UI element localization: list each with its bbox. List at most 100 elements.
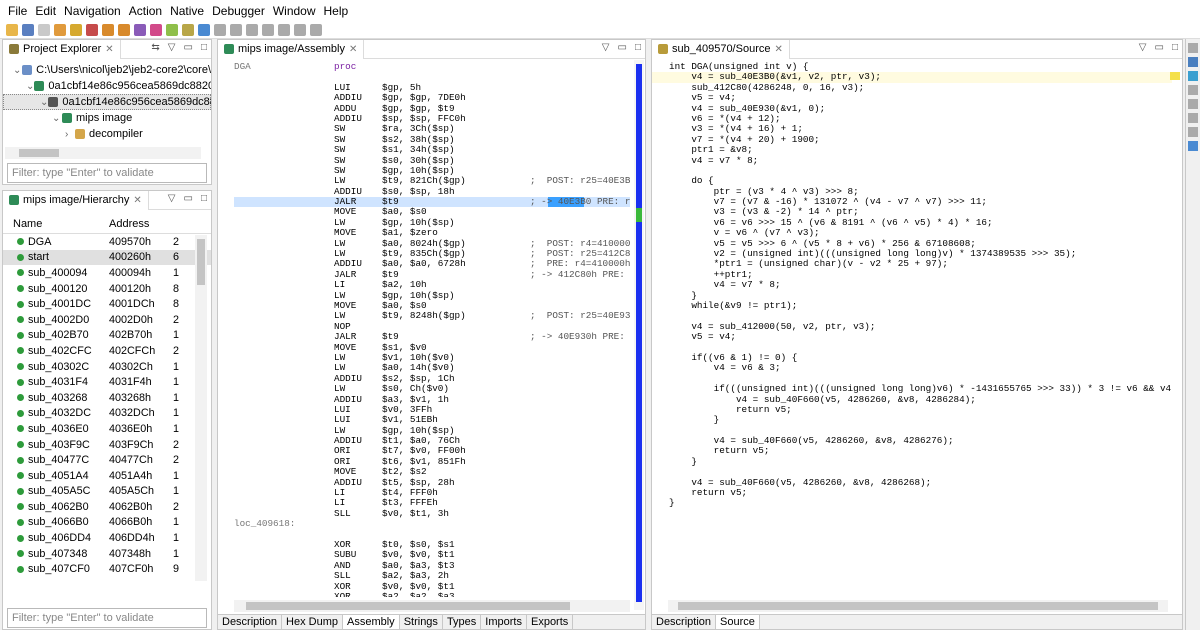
menu-item-edit[interactable]: Edit xyxy=(31,4,60,18)
run-icon[interactable] xyxy=(214,23,226,36)
open-icon[interactable] xyxy=(6,23,18,36)
tab-imports[interactable]: Imports xyxy=(481,615,527,629)
asm-line[interactable]: LW$t9, 8248h($gp); POST: r25=40E930h xyxy=(234,310,630,321)
asm-line[interactable]: SLL $a2, $a3, 2h xyxy=(234,570,630,581)
list-item[interactable]: sub_405A5C 405A5Ch 1 xyxy=(3,484,211,500)
asm-line[interactable]: ADDIU $gp, $gp, 7DE0h xyxy=(234,92,630,103)
list-item[interactable]: sub_4032DC 4032DCh 1 xyxy=(3,406,211,422)
asm-line[interactable]: loc_409618: xyxy=(234,518,630,529)
source-line[interactable]: v5 = v4; xyxy=(652,92,1172,103)
list-item[interactable]: sub_407CF0 407CF0h 9 xyxy=(3,561,211,577)
back-icon[interactable] xyxy=(102,23,114,36)
list-item[interactable]: sub_403F9C 403F9Ch 2 xyxy=(3,437,211,453)
menu-item-debugger[interactable]: Debugger xyxy=(208,4,269,18)
view-menu-icon[interactable]: ▽ xyxy=(1139,42,1147,53)
hierarchy-filter-input[interactable]: Filter: type "Enter" to validate xyxy=(7,608,207,628)
asm-line[interactable]: JALR $t9 ; -> 40E930h PRE: r25= xyxy=(234,331,630,342)
notes-icon[interactable] xyxy=(54,23,66,36)
source-line[interactable] xyxy=(652,166,1172,176)
list-item[interactable]: sub_4001DC 4001DCh 8 xyxy=(3,296,211,312)
step-out-icon[interactable] xyxy=(294,23,306,36)
list-item[interactable]: sub_40302C 40302Ch 1 xyxy=(3,359,211,375)
tab-hex-dump[interactable]: Hex Dump xyxy=(282,615,343,629)
hierarchy-tab[interactable]: mips image/Hierarchy ✕ xyxy=(3,191,149,210)
step-over-icon[interactable] xyxy=(278,23,290,36)
source-line[interactable]: ptr1 = &v8; xyxy=(652,144,1172,155)
list-item[interactable]: sub_4036E0 4036E0h 1 xyxy=(3,421,211,437)
list-item[interactable]: sub_407348 407348h 1 xyxy=(3,546,211,562)
list-item[interactable]: sub_4062B0 4062B0h 2 xyxy=(3,499,211,515)
source-tab[interactable]: sub_409570/Source ✕ xyxy=(652,40,790,59)
asm-line[interactable]: JALR$t9; -> 40E3B0 PRE: r25= xyxy=(234,196,630,208)
tab-exports[interactable]: Exports xyxy=(527,615,574,629)
tab-types[interactable]: Types xyxy=(443,615,482,629)
debug-icon[interactable] xyxy=(198,23,210,36)
tree-item[interactable]: ⌄ mips image xyxy=(3,110,211,126)
run-to-icon[interactable] xyxy=(310,23,322,36)
maximize-icon[interactable]: □ xyxy=(1172,42,1178,53)
maximize-icon[interactable]: □ xyxy=(201,193,207,204)
maximize-icon[interactable]: □ xyxy=(201,42,207,53)
save-icon[interactable] xyxy=(22,23,34,36)
edit-icon[interactable] xyxy=(182,23,194,36)
convert-icon[interactable] xyxy=(166,23,178,36)
list-item[interactable]: sub_400094 400094h 1 xyxy=(3,265,211,281)
vertical-scrollbar[interactable] xyxy=(195,235,207,581)
terminal-icon[interactable] xyxy=(1188,127,1198,137)
source-line[interactable]: v4 = v6 & 3; xyxy=(652,362,1172,373)
variables-icon[interactable] xyxy=(1188,141,1198,151)
tab-strings[interactable]: Strings xyxy=(400,615,443,629)
close-icon[interactable]: ✕ xyxy=(105,44,113,55)
xrefs-icon[interactable] xyxy=(150,23,162,36)
maximize-icon[interactable]: □ xyxy=(635,42,641,53)
chevron-right-icon[interactable]: › xyxy=(65,129,75,140)
close-icon[interactable]: ✕ xyxy=(349,44,357,55)
source-line[interactable]: return v5; xyxy=(652,404,1172,415)
project-explorer-tab[interactable]: Project Explorer ✕ xyxy=(3,40,121,59)
list-item[interactable]: sub_400120 400120h 8 xyxy=(3,281,211,297)
properties-icon[interactable] xyxy=(38,23,50,36)
console-icon[interactable] xyxy=(1188,57,1198,67)
source-line[interactable]: v4 = v7 * 8; xyxy=(652,279,1172,290)
source-line[interactable]: v5 = v4; xyxy=(652,331,1172,342)
tree-item[interactable]: ⌄ C:\Users\nicol\jeb2\jeb2-core2\core\ xyxy=(3,62,211,78)
assembly-view[interactable]: DGA proc LUI $gp, 5h ADDIU $gp, $gp, 7DE0h ADD… xyxy=(234,60,630,597)
tab-source[interactable]: Source xyxy=(716,615,760,629)
menu-item-native[interactable]: Native xyxy=(166,4,208,18)
callgraph-icon[interactable] xyxy=(1188,85,1198,95)
chevron-down-icon[interactable]: ⌄ xyxy=(52,113,62,124)
source-line[interactable]: if(((unsigned int)(((unsigned long long)… xyxy=(652,383,1172,394)
asm-line[interactable]: LW $s0, Ch($v0) xyxy=(234,383,630,394)
overview-bar[interactable] xyxy=(634,60,644,610)
source-line[interactable]: v4 = v7 * 8; xyxy=(652,155,1172,166)
close-icon[interactable]: ✕ xyxy=(774,44,782,55)
menu-item-file[interactable]: File xyxy=(4,4,31,18)
column-name-header[interactable]: Name xyxy=(3,218,103,230)
scroll-thumb[interactable] xyxy=(19,149,59,157)
chevron-down-icon[interactable]: ⌄ xyxy=(26,81,34,92)
minimize-icon[interactable]: ▭ xyxy=(184,193,193,204)
list-item[interactable]: sub_402B70 402B70h 1 xyxy=(3,328,211,344)
list-item[interactable]: start 400260h 6 xyxy=(3,249,211,266)
asm-line[interactable] xyxy=(234,72,630,82)
tree-item[interactable]: ⌄ 0a1cbf14e86c956cea5869dc8820 xyxy=(3,94,211,110)
view-menu-icon[interactable]: ▽ xyxy=(602,42,610,53)
asm-line[interactable]: LW $gp, 10h($sp) xyxy=(234,290,630,301)
tree-item[interactable]: ⌄ 0a1cbf14e86c956cea5869dc88202 xyxy=(3,78,211,94)
view-menu-icon[interactable]: ▽ xyxy=(168,193,176,204)
menu-item-help[interactable]: Help xyxy=(320,4,353,18)
link-icon[interactable]: ⇆ xyxy=(151,42,159,53)
list-item[interactable]: sub_406DD4 406DD4h 1 xyxy=(3,530,211,546)
scroll-thumb[interactable] xyxy=(678,602,1158,610)
source-line[interactable]: } xyxy=(652,498,1172,509)
source-line[interactable]: while(&v9 != ptr1); xyxy=(652,300,1172,311)
asm-line[interactable]: SW $s1, 34h($sp) xyxy=(234,144,630,155)
tree-item[interactable]: › decompiler xyxy=(3,126,211,142)
asm-line[interactable]: DGA proc xyxy=(234,61,630,72)
project-filter-input[interactable]: Filter: type "Enter" to validate xyxy=(7,163,207,183)
column-address-header[interactable]: Address xyxy=(103,218,173,230)
source-line[interactable]: return v5; xyxy=(652,487,1172,498)
search-icon[interactable] xyxy=(1188,99,1198,109)
close-icon[interactable]: ✕ xyxy=(133,195,141,206)
maximize-icon[interactable] xyxy=(1188,43,1198,53)
